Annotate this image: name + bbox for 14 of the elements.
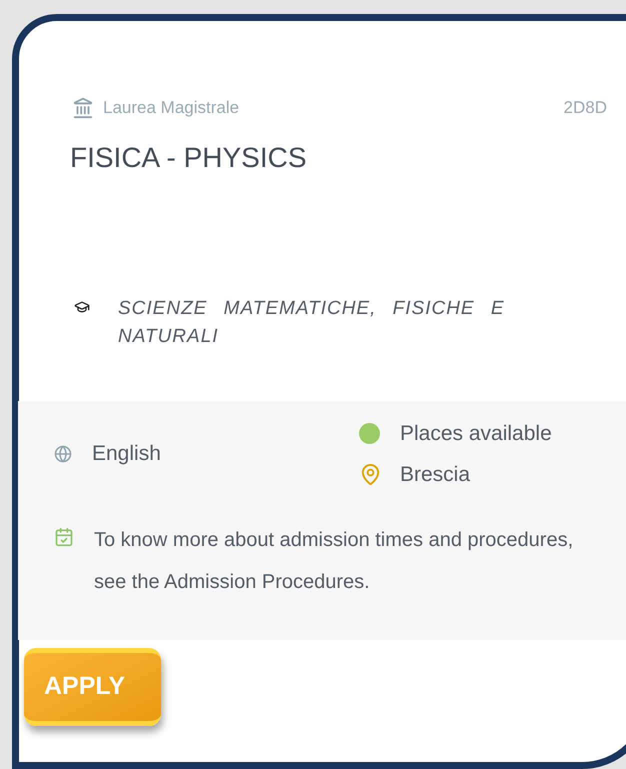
language: English	[92, 441, 161, 468]
location: Brescia	[400, 462, 470, 488]
admission-note: To know more about admission times and procedures, see the Admission Procedures.	[94, 528, 574, 594]
graduation-cap-icon	[74, 298, 90, 314]
course-code: 2D8D	[564, 97, 607, 119]
faculty-name: SCIENZE MATEMATICHE, FISICHE E NATURALI	[118, 296, 506, 348]
course-title: FISICA - PHYSICS	[70, 142, 306, 172]
apply-button[interactable]: APPLY	[24, 648, 161, 726]
location-pin-icon	[359, 463, 382, 486]
building-icon	[72, 96, 94, 119]
availability-status: Places available	[400, 420, 552, 446]
globe-icon	[54, 445, 72, 463]
degree-type: Laurea Magistrale	[103, 97, 240, 119]
calendar-check-icon	[54, 526, 74, 546]
